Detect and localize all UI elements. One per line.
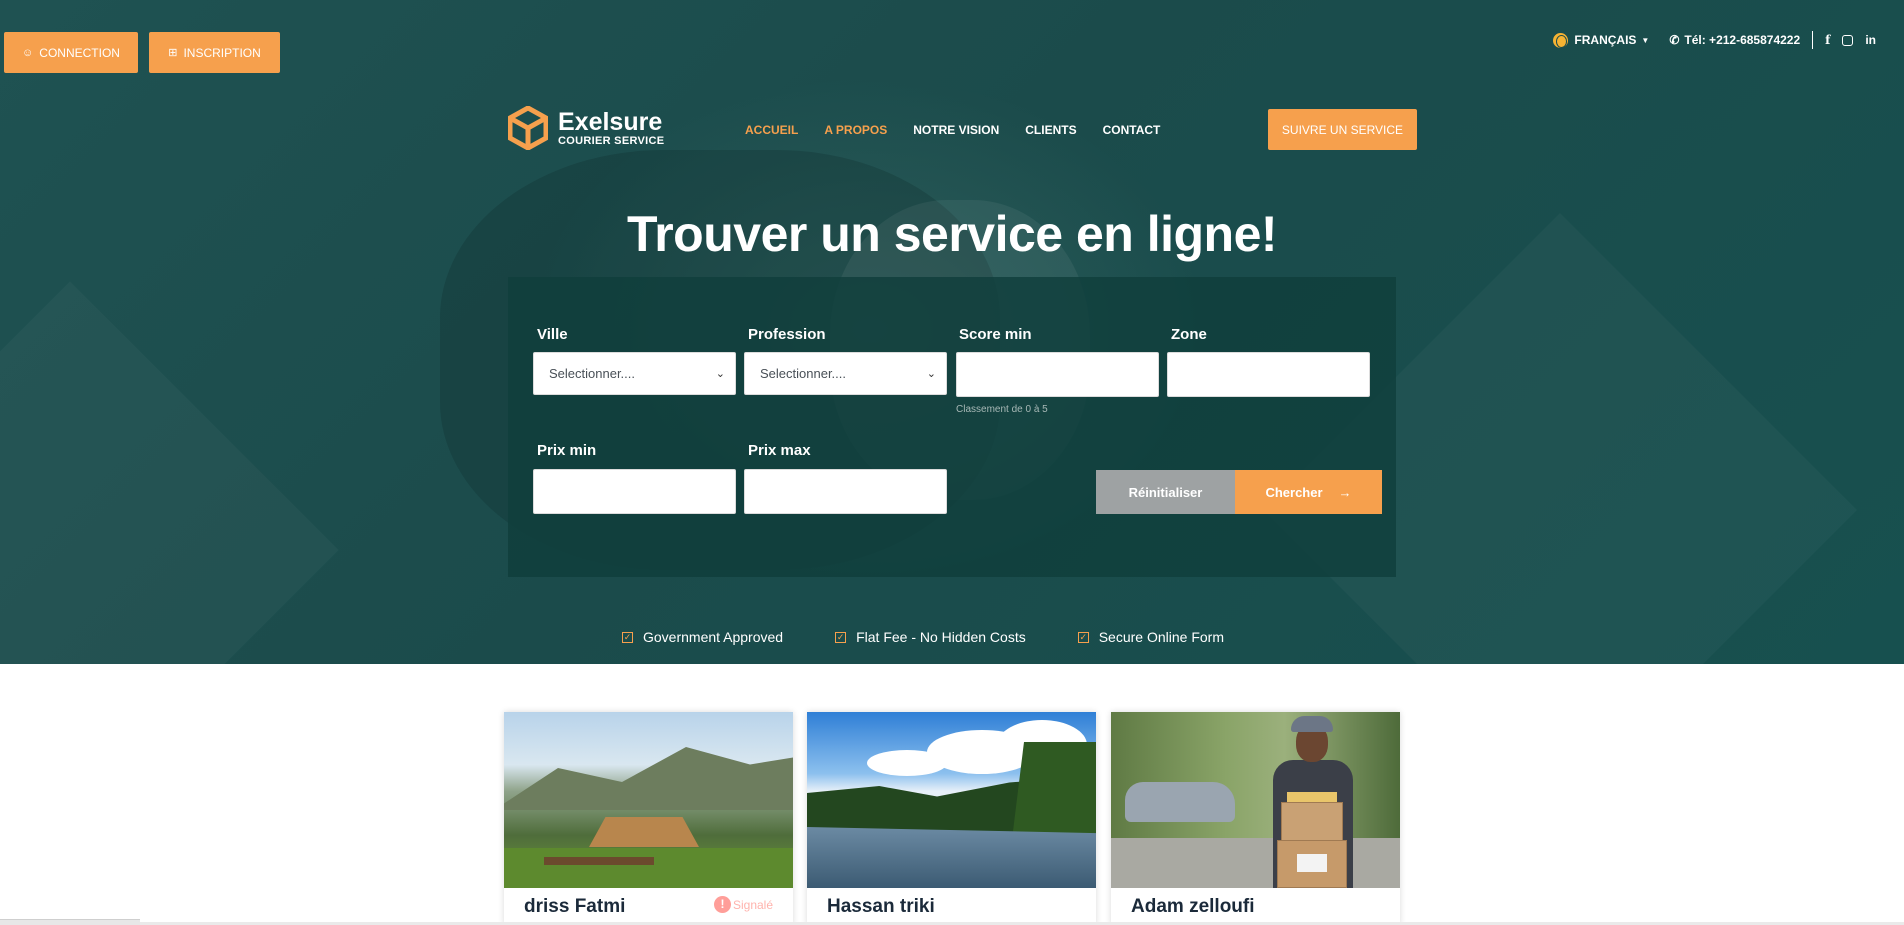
- feature-item: ✓ Flat Fee - No Hidden Costs: [835, 629, 1026, 645]
- feature-item: ✓ Secure Online Form: [1077, 629, 1224, 645]
- zone-label: Zone: [1171, 326, 1207, 343]
- arrow-right-icon: →: [1338, 484, 1352, 500]
- phone-icon: ✆: [1669, 33, 1680, 47]
- chevron-down-icon: ⌄: [926, 368, 936, 380]
- reported-badge[interactable]: ! Signalé: [713, 896, 773, 913]
- card-image: [504, 712, 793, 888]
- language-selector[interactable]: FRANÇAIS ▼: [1574, 33, 1649, 47]
- feature-label: Secure Online Form: [1098, 629, 1224, 645]
- nav-item-a-propos[interactable]: A PROPOS: [824, 123, 887, 137]
- track-service-button[interactable]: SUIVRE UN SERVICE: [1268, 109, 1417, 150]
- feature-item: ✓ Government Approved: [622, 629, 783, 645]
- search-button[interactable]: Chercher →: [1235, 470, 1382, 514]
- top-right-bar: FRANÇAIS ▼ ✆ Tél: +212-685874222 f in: [1553, 31, 1876, 49]
- card-image: [1111, 712, 1400, 888]
- zone-input[interactable]: [1167, 352, 1370, 397]
- profession-select[interactable]: Selectionner.... ⌄: [744, 352, 947, 395]
- cube-logo-icon: [508, 106, 548, 150]
- inscription-button[interactable]: ⊞ INSCRIPTION: [149, 32, 280, 73]
- instagram-icon[interactable]: [1842, 34, 1854, 46]
- card-image: [807, 712, 1096, 888]
- connection-button[interactable]: ☺ CONNECTION: [4, 32, 138, 73]
- nav-item-clients[interactable]: CLIENTS: [1025, 123, 1076, 137]
- main-nav: ACCUEIL A PROPOS NOTRE VISION CLIENTS CO…: [745, 123, 1186, 137]
- search-panel: [508, 277, 1396, 577]
- phone-link[interactable]: ✆ Tél: +212-685874222: [1669, 33, 1800, 47]
- ville-select[interactable]: Selectionner.... ⌄: [533, 352, 736, 395]
- hero-title: Trouver un service en ligne!: [626, 206, 1278, 262]
- globe-icon: [1553, 32, 1569, 48]
- score-min-label: Score min: [959, 326, 1032, 343]
- nav-item-contact[interactable]: CONTACT: [1103, 123, 1161, 137]
- hero-decoration: [0, 281, 339, 664]
- check-icon: ✓: [622, 631, 633, 643]
- feature-label: Government Approved: [643, 629, 784, 645]
- reported-label: Signalé: [732, 897, 773, 912]
- price-min-label: Prix min: [537, 442, 597, 459]
- check-icon: ✓: [1077, 631, 1089, 643]
- reset-button[interactable]: Réinitialiser: [1096, 470, 1235, 514]
- brand-logo[interactable]: Exelsure COURIER SERVICE: [508, 106, 664, 150]
- language-label: FRANÇAIS: [1574, 33, 1637, 47]
- score-min-input[interactable]: [956, 352, 1159, 397]
- score-hint: Classement de 0 à 5: [956, 404, 1048, 415]
- user-icon: ☺: [22, 46, 34, 59]
- service-card[interactable]: Adam zelloufi: [1111, 712, 1400, 925]
- divider: [1812, 31, 1814, 49]
- nav-item-accueil[interactable]: ACCUEIL: [745, 123, 798, 137]
- features-list: ✓ Government Approved ✓ Flat Fee - No Hi…: [622, 629, 1276, 645]
- caret-down-icon: ▼: [1641, 35, 1650, 45]
- price-min-input[interactable]: [533, 469, 736, 514]
- inscription-label: INSCRIPTION: [183, 45, 261, 60]
- feature-label: Flat Fee - No Hidden Costs: [856, 629, 1026, 645]
- service-card[interactable]: Hassan triki: [807, 712, 1096, 925]
- price-max-input[interactable]: [744, 469, 947, 514]
- card-name: driss Fatmi: [524, 896, 626, 917]
- card-name: Hassan triki: [827, 896, 935, 917]
- brand-name: Exelsure: [558, 108, 663, 136]
- nav-item-notre-vision[interactable]: NOTRE VISION: [913, 123, 999, 137]
- phone-number: Tél: +212-685874222: [1684, 33, 1801, 47]
- service-card[interactable]: driss Fatmi ! Signalé: [504, 712, 793, 925]
- register-icon: ⊞: [168, 47, 178, 59]
- profession-value: Selectionner....: [760, 366, 846, 381]
- brand-tagline: COURIER SERVICE: [558, 135, 665, 147]
- price-max-label: Prix max: [748, 442, 811, 459]
- chevron-down-icon: ⌄: [715, 368, 725, 380]
- ville-label: Ville: [537, 326, 568, 343]
- check-icon: ✓: [835, 631, 847, 643]
- search-button-label: Chercher: [1265, 484, 1323, 500]
- linkedin-icon[interactable]: in: [1865, 33, 1876, 47]
- browser-status-bar: [0, 919, 140, 925]
- facebook-icon[interactable]: f: [1825, 33, 1830, 47]
- card-name: Adam zelloufi: [1131, 896, 1255, 917]
- alert-icon: !: [713, 896, 731, 913]
- hero-section: ☺ CONNECTION ⊞ INSCRIPTION FRANÇAIS ▼ ✆ …: [0, 0, 1904, 664]
- profession-label: Profession: [748, 326, 826, 343]
- ville-value: Selectionner....: [549, 366, 635, 381]
- connection-label: CONNECTION: [39, 45, 120, 60]
